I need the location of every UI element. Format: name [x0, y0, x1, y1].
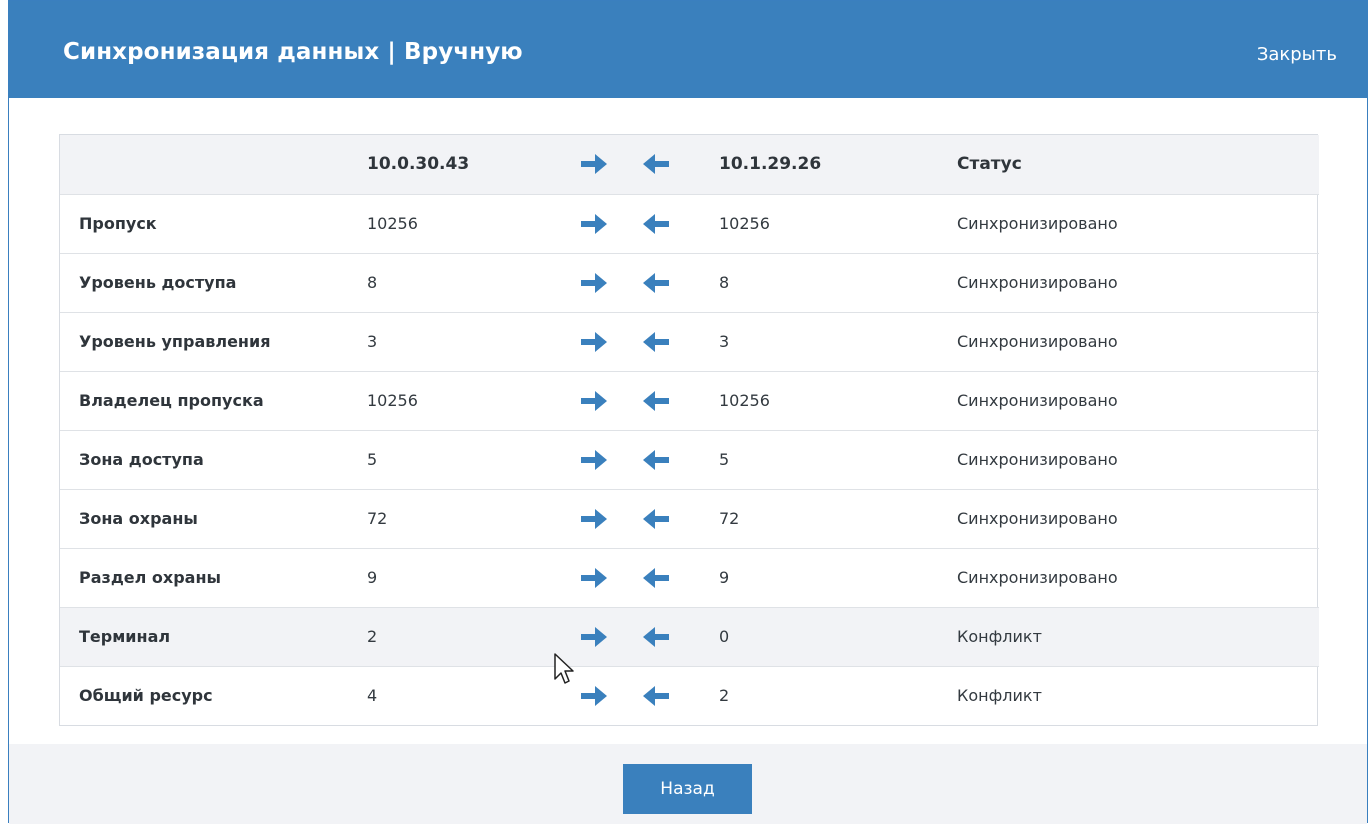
row-right-value: 10256 — [719, 193, 957, 253]
row-name: Общий ресурс — [60, 665, 367, 725]
arrow-left-icon[interactable] — [641, 329, 671, 355]
row-left-value: 10256 — [367, 193, 579, 253]
row-arrows-cell — [579, 488, 719, 548]
row-left-value: 8 — [367, 252, 579, 312]
row-right-value: 3 — [719, 311, 957, 371]
row-left-value: 9 — [367, 547, 579, 607]
row-right-value: 8 — [719, 252, 957, 312]
arrow-right-icon[interactable] — [579, 270, 609, 296]
row-left-value: 4 — [367, 665, 579, 725]
row-arrows-cell — [579, 429, 719, 489]
row-status: Синхронизировано — [957, 311, 1319, 371]
table-row: Уровень доступа 8 8 Синхронизировано — [60, 252, 1319, 312]
header-arrows-cell — [579, 135, 719, 194]
header-name-cell — [60, 135, 367, 194]
row-right-value: 9 — [719, 547, 957, 607]
row-arrows-cell — [579, 547, 719, 607]
arrow-right-icon[interactable] — [579, 624, 609, 650]
row-status: Конфликт — [957, 665, 1319, 725]
row-name: Раздел охраны — [60, 547, 367, 607]
row-status: Синхронизировано — [957, 252, 1319, 312]
row-arrows-cell — [579, 606, 719, 666]
arrow-left-icon[interactable] — [641, 151, 671, 177]
row-name: Зона доступа — [60, 429, 367, 489]
table-row: Общий ресурс 4 2 Конфликт — [60, 665, 1319, 725]
table-row: Зона охраны 72 72 Синхронизировано — [60, 488, 1319, 548]
arrow-right-icon[interactable] — [579, 388, 609, 414]
dialog-title: Синхронизация данных | Вручную — [63, 39, 523, 65]
column-right-host: 10.1.29.26 — [719, 154, 822, 175]
row-name: Зона охраны — [60, 488, 367, 548]
mouse-cursor-icon — [554, 653, 574, 687]
row-left-value: 10256 — [367, 370, 579, 430]
row-right-value: 10256 — [719, 370, 957, 430]
row-right-value: 0 — [719, 606, 957, 666]
row-arrows-cell — [579, 665, 719, 725]
close-link[interactable]: Закрыть — [1257, 44, 1337, 65]
arrow-right-icon[interactable] — [579, 683, 609, 709]
row-right-value: 2 — [719, 665, 957, 725]
row-name: Владелец пропуска — [60, 370, 367, 430]
row-left-value: 5 — [367, 429, 579, 489]
row-status: Синхронизировано — [957, 429, 1319, 489]
row-status: Синхронизировано — [957, 193, 1319, 253]
row-arrows-cell — [579, 311, 719, 371]
table-row: Терминал 2 0 Конфликт — [60, 606, 1319, 666]
dialog-header: Синхронизация данных | Вручную Закрыть — [9, 1, 1367, 98]
back-button[interactable]: Назад — [623, 764, 752, 814]
arrow-left-icon[interactable] — [641, 624, 671, 650]
row-name: Уровень доступа — [60, 252, 367, 312]
row-status: Синхронизировано — [957, 547, 1319, 607]
row-arrows-cell — [579, 252, 719, 312]
arrow-left-icon[interactable] — [641, 211, 671, 237]
row-left-value: 2 — [367, 606, 579, 666]
table-row: Зона доступа 5 5 Синхронизировано — [60, 429, 1319, 489]
row-status: Синхронизировано — [957, 488, 1319, 548]
table-row: Раздел охраны 9 9 Синхронизировано — [60, 547, 1319, 607]
arrow-left-icon[interactable] — [641, 565, 671, 591]
row-left-value: 3 — [367, 311, 579, 371]
row-status: Синхронизировано — [957, 370, 1319, 430]
arrow-right-icon[interactable] — [579, 565, 609, 591]
arrow-right-icon[interactable] — [579, 151, 609, 177]
column-left-host: 10.0.30.43 — [367, 154, 470, 175]
row-name: Терминал — [60, 606, 367, 666]
arrow-left-icon[interactable] — [641, 388, 671, 414]
row-left-value: 72 — [367, 488, 579, 548]
row-arrows-cell — [579, 193, 719, 253]
arrow-left-icon[interactable] — [641, 506, 671, 532]
row-name: Уровень управления — [60, 311, 367, 371]
dialog-footer: Назад — [9, 744, 1367, 824]
table-row: Пропуск 10256 10256 Синхронизировано — [60, 193, 1319, 253]
sync-table: 10.0.30.43 10.1.29.26 Статус Пропуск 102… — [59, 134, 1319, 726]
table-row: Уровень управления 3 3 Синхронизировано — [60, 311, 1319, 371]
column-status: Статус — [957, 154, 1022, 175]
arrow-right-icon[interactable] — [579, 329, 609, 355]
row-status: Конфликт — [957, 606, 1319, 666]
arrow-right-icon[interactable] — [579, 211, 609, 237]
row-right-value: 72 — [719, 488, 957, 548]
table-row: Владелец пропуска 10256 10256 Синхронизиров… — [60, 370, 1319, 430]
table-header-row: 10.0.30.43 10.1.29.26 Статус — [60, 135, 1319, 194]
row-name: Пропуск — [60, 193, 367, 253]
arrow-left-icon[interactable] — [641, 270, 671, 296]
arrow-right-icon[interactable] — [579, 506, 609, 532]
arrow-left-icon[interactable] — [641, 683, 671, 709]
arrow-right-icon[interactable] — [579, 447, 609, 473]
sync-dialog: Синхронизация данных | Вручную Закрыть 1… — [8, 0, 1368, 824]
row-right-value: 5 — [719, 429, 957, 489]
arrow-left-icon[interactable] — [641, 447, 671, 473]
row-arrows-cell — [579, 370, 719, 430]
